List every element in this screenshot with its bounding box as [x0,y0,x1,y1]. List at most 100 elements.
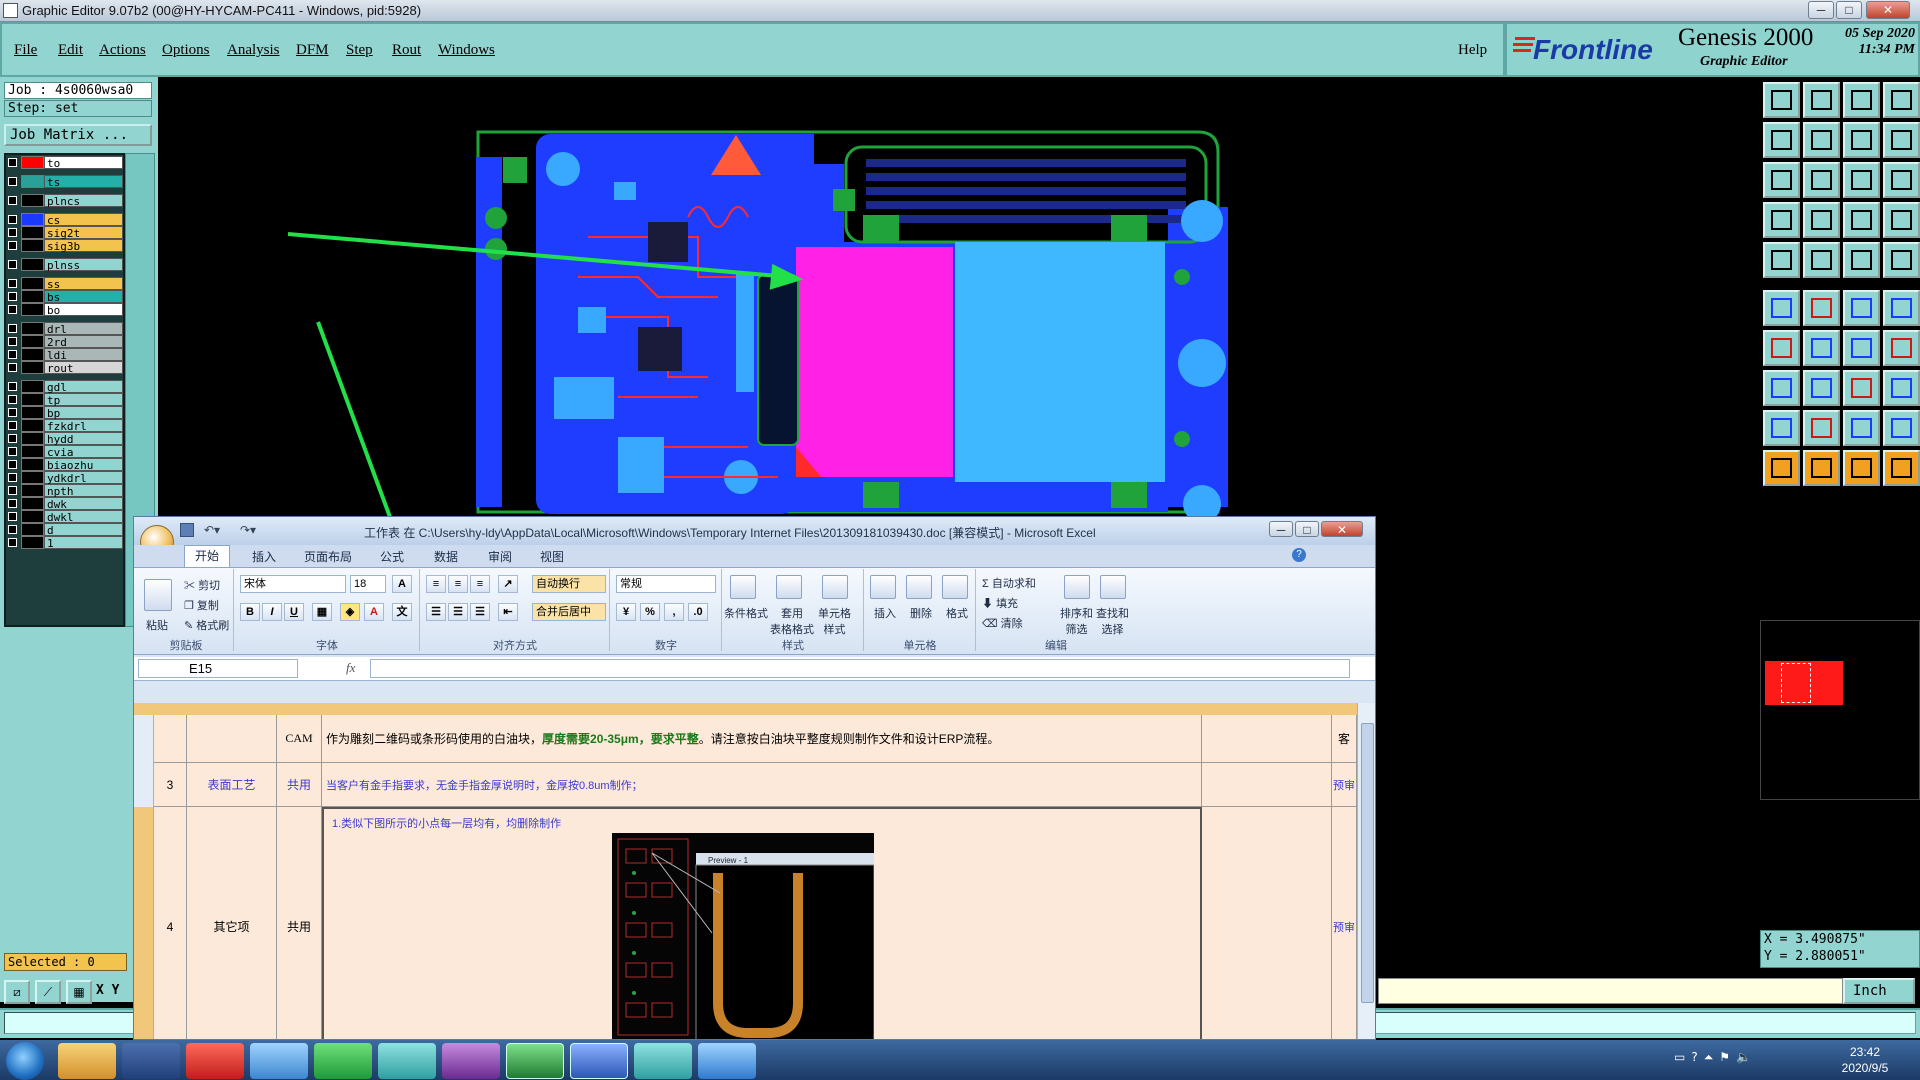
table-cell[interactable] [1202,763,1332,807]
layer-row[interactable]: bo [6,302,123,317]
tab-review[interactable]: 审阅 [488,548,512,565]
border-button[interactable]: ▦ [312,603,332,621]
cross-tool-button[interactable] [1803,290,1840,326]
job-matrix-button[interactable]: Job Matrix ... [4,124,152,146]
slash-tool-button[interactable] [1803,330,1840,366]
help-tool-button[interactable] [1883,162,1920,198]
layer-checkbox[interactable] [8,499,17,508]
taskbar-app-x[interactable] [442,1043,500,1079]
close-button[interactable]: ✕ [1866,1,1910,19]
layer-checkbox[interactable] [8,486,17,495]
layer-row[interactable]: rout [6,360,123,375]
layer-checkbox[interactable] [8,538,17,547]
taskbar-app-floppy[interactable] [122,1043,180,1079]
fill-color-button[interactable]: ◈ [340,603,360,621]
select-tool-button[interactable] [1763,242,1800,278]
tray-icons[interactable]: ▭?⏶⚑🔈 [1674,1050,1794,1068]
orientation-button[interactable]: ↗ [498,575,518,593]
menu-windows[interactable]: Windows [438,42,495,59]
tab-formulas[interactable]: 公式 [380,548,404,565]
layer-checkbox[interactable] [8,512,17,521]
fit-screen-tool-button[interactable] [1763,162,1800,198]
copy-button[interactable]: ❐ 复制 [184,597,219,613]
connect-tool-button[interactable] [1763,370,1800,406]
layer-color-swatch[interactable] [21,536,44,549]
decimal-button[interactable]: .0 [688,603,708,621]
taskbar-app-excel[interactable] [506,1043,564,1079]
fill-button[interactable]: ⬇ 填充 [982,595,1018,611]
layer-name[interactable]: rout [44,361,123,375]
home-tool-button[interactable] [1843,82,1880,118]
bold-button[interactable]: B [240,603,260,621]
layer-name[interactable]: 1 [44,536,123,550]
number-format-select[interactable]: 常规 [616,575,716,593]
layer-name[interactable]: plnss [44,258,123,272]
menu-file[interactable]: File [14,42,37,59]
font-name-select[interactable]: 宋体 [240,575,346,593]
table-cell[interactable]: 表面工艺 [187,763,277,807]
save-icon[interactable] [180,523,194,537]
measure-tool-button[interactable]: ⟋ [35,980,61,1004]
layer-checkbox[interactable] [8,473,17,482]
triangle-tool-button[interactable] [1763,410,1800,446]
format-painter-button[interactable]: ✎ 格式刷 [184,617,229,633]
units-toggle[interactable]: Inch [1843,978,1915,1004]
table-cell[interactable]: 共用 [277,807,322,1039]
tab-insert[interactable]: 插入 [252,548,276,565]
net-tool-button[interactable] [1763,290,1800,326]
layer-name[interactable]: plncs [44,194,123,208]
taskbar-app-notepad[interactable] [250,1043,308,1079]
taskbar-app-word[interactable] [570,1043,628,1079]
layer-checkbox[interactable] [8,158,17,167]
layer-color-swatch[interactable] [21,194,44,207]
align-right-button[interactable]: ☰ [470,603,490,621]
worksheet[interactable]: CAM 作为雕刻二维码或条形码使用的白油块， 厚度需要20-35μm，要求平整 。请… [134,715,1357,1039]
measure-tool-button[interactable] [1843,370,1880,406]
layer-checkbox[interactable] [8,279,17,288]
layer-row[interactable]: ts [6,174,123,189]
overview-map[interactable] [1760,620,1920,800]
a3-tool-button[interactable] [1883,410,1920,446]
underline-button[interactable]: U [284,603,304,621]
layer-color-swatch[interactable] [21,258,44,271]
italic-button[interactable]: I [262,603,282,621]
center-tool-button[interactable] [1803,162,1840,198]
wrap-text-button[interactable]: 自动换行 [532,575,606,593]
a-tool-button[interactable] [1803,410,1840,446]
layer-row[interactable]: to [6,155,123,170]
taskbar-app-genesis[interactable] [634,1043,692,1079]
layer-color-swatch[interactable] [21,175,44,188]
poly-tool-button[interactable] [1803,242,1840,278]
move-right-tool-button[interactable] [1803,122,1840,158]
layer-checkbox[interactable] [8,292,17,301]
pointer3-tool-button[interactable] [1843,450,1880,486]
table-cell[interactable]: CAM [277,715,322,763]
pointer2-tool-button[interactable] [1803,450,1840,486]
layer-checkbox[interactable] [8,395,17,404]
delete-cells-icon[interactable] [906,575,932,599]
arc-tool-button[interactable] [1843,330,1880,366]
zoom-tool-button[interactable]: ⧄ [4,980,30,1004]
layer-color-swatch[interactable] [21,156,44,169]
grow-font-button[interactable]: A [392,575,412,593]
vertical-scrollbar[interactable] [1357,703,1375,1039]
layer-row[interactable]: 1 [6,535,123,550]
excel-close-button[interactable]: ✕ [1321,521,1363,537]
table-cell[interactable]: 客 [1332,715,1357,763]
menu-step[interactable]: Step [346,42,373,59]
draw-tool-button[interactable] [1763,330,1800,366]
layer-color-swatch[interactable] [21,361,44,374]
layer-checkbox[interactable] [8,260,17,269]
merge-center-button[interactable]: 合并后居中 [532,603,606,621]
cell-styles-icon[interactable] [822,575,848,599]
command-line[interactable] [1378,978,1843,1004]
comma-button[interactable]: , [664,603,684,621]
layer-color-swatch[interactable] [21,303,44,316]
table-cell[interactable]: 预审 [1332,807,1357,1039]
layer-checkbox[interactable] [8,460,17,469]
excel-maximize-button[interactable]: □ [1295,521,1319,537]
menu-dfm[interactable]: DFM [296,42,329,59]
format-cells-button[interactable]: 格式 [946,605,968,621]
layer-checkbox[interactable] [8,382,17,391]
link-tool-button[interactable] [1883,290,1920,326]
